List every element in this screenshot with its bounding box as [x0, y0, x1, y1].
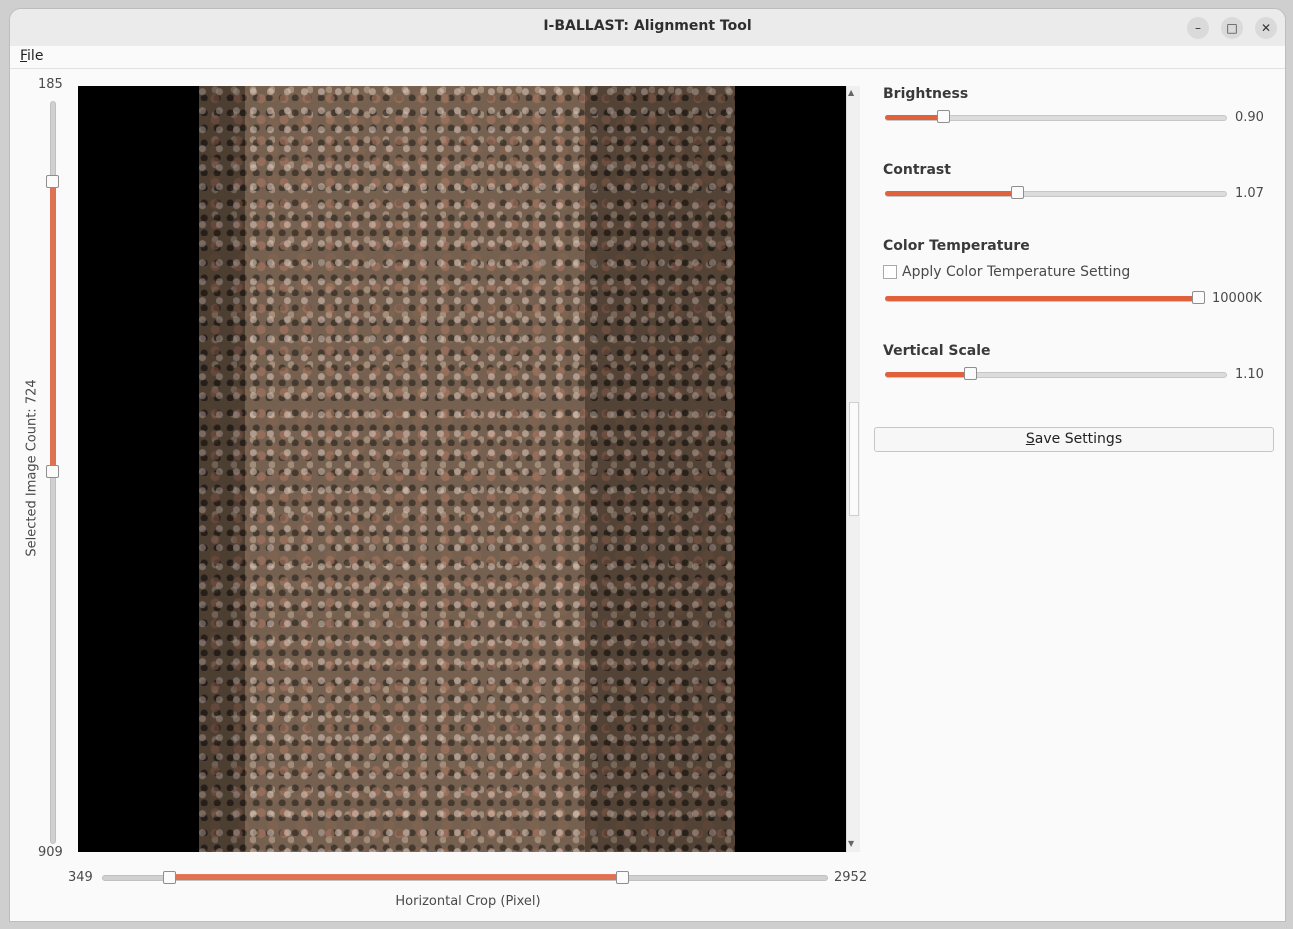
vertical-scale-slider-fill	[885, 372, 971, 377]
scroll-down-icon[interactable]: ▼	[848, 839, 854, 848]
app-window: I-BALLAST: Alignment Tool – □ ✕ File 185…	[9, 8, 1286, 922]
image-range-bottom-handle[interactable]	[46, 465, 59, 478]
save-settings-label: ave Settings	[1034, 431, 1123, 447]
image-count-label: Selected Image Count: 724	[24, 379, 40, 557]
crop-slider-fill	[169, 874, 623, 880]
menu-file-accel: F	[20, 48, 28, 64]
color-temperature-title: Color Temperature	[883, 238, 1030, 254]
crop-left-handle[interactable]	[163, 871, 176, 884]
image-band-right	[585, 86, 735, 852]
color-temperature-value: 10000K	[1212, 291, 1262, 306]
window-title: I-BALLAST: Alignment Tool	[543, 18, 752, 34]
image-range-top-handle[interactable]	[46, 175, 59, 188]
vertical-scale-slider-handle[interactable]	[964, 367, 977, 380]
image-band-dark	[199, 86, 245, 852]
color-temperature-slider-handle[interactable]	[1192, 291, 1205, 304]
menu-file-label: ile	[27, 48, 44, 64]
save-settings-accel: S	[1025, 431, 1035, 447]
crop-max-value: 2952	[834, 870, 868, 885]
maximize-button[interactable]: □	[1221, 17, 1243, 39]
image-range-bottom-value: 909	[38, 845, 63, 860]
vertical-scale-value: 1.10	[1235, 367, 1264, 382]
crop-min-value: 349	[68, 870, 93, 885]
brightness-slider-fill	[885, 115, 943, 120]
brightness-title: Brightness	[883, 86, 969, 102]
image-viewer[interactable]	[78, 86, 846, 852]
image-range-slider-fill	[50, 181, 56, 471]
scroll-up-icon[interactable]: ▲	[848, 88, 854, 97]
title-bar[interactable]: I-BALLAST: Alignment Tool – □ ✕	[10, 9, 1285, 47]
apply-color-temperature-label[interactable]: Apply Color Temperature Setting	[902, 264, 1130, 280]
color-temperature-slider-fill	[885, 296, 1197, 301]
contrast-slider-fill	[885, 191, 1018, 196]
contrast-title: Contrast	[883, 162, 951, 178]
contrast-slider-handle[interactable]	[1011, 186, 1024, 199]
crop-label: Horizontal Crop (Pixel)	[395, 894, 541, 909]
image-band-light	[245, 86, 585, 852]
menu-file[interactable]: File	[20, 48, 43, 64]
brightness-value: 0.90	[1235, 110, 1264, 125]
contrast-value: 1.07	[1235, 186, 1264, 201]
save-settings-button[interactable]: Save Settings	[874, 427, 1274, 452]
brightness-slider-handle[interactable]	[937, 110, 950, 123]
scrollbar-thumb[interactable]	[849, 402, 859, 516]
vertical-scale-title: Vertical Scale	[883, 343, 991, 359]
minimize-button[interactable]: –	[1187, 17, 1209, 39]
ballast-image	[199, 86, 735, 852]
crop-right-handle[interactable]	[616, 871, 629, 884]
close-button[interactable]: ✕	[1255, 17, 1277, 39]
menu-bar: File	[10, 46, 1285, 69]
apply-color-temperature-checkbox[interactable]	[883, 265, 897, 279]
image-range-top-value: 185	[38, 77, 63, 92]
viewer-scrollbar[interactable]: ▲ ▼	[846, 86, 860, 852]
